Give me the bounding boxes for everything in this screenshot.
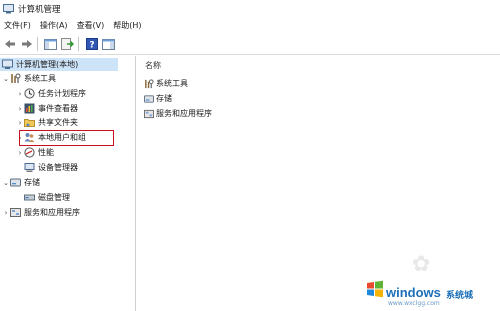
system-tools-icon	[144, 78, 154, 89]
watermark-brand: windows	[386, 285, 441, 300]
tree-item-performance[interactable]: › 性能	[16, 146, 54, 159]
tree-item-system-tools[interactable]: ⌄ 系统工具	[2, 72, 56, 85]
toolbar: ?	[0, 34, 500, 55]
storage-icon	[10, 177, 21, 188]
services-icon	[144, 109, 154, 119]
svg-text:?: ?	[89, 41, 94, 51]
menu-help[interactable]: 帮助(H)	[109, 20, 146, 31]
performance-icon	[24, 147, 35, 158]
toolbar-separator	[37, 37, 38, 51]
device-manager-icon	[24, 162, 35, 173]
show-pane-icon[interactable]	[101, 37, 116, 52]
clock-icon	[24, 88, 35, 99]
tree-item-device-manager[interactable]: 设备管理器	[24, 161, 78, 174]
chevron-down-icon[interactable]: ⌄	[2, 72, 10, 85]
list-item-system-tools[interactable]: 系统工具	[144, 77, 188, 90]
tree-label: 设备管理器	[38, 163, 78, 172]
computer-management-icon	[2, 59, 13, 70]
list-item-storage[interactable]: 存储	[144, 92, 172, 105]
title-bar: 计算机管理	[0, 0, 500, 18]
disk-management-icon	[24, 192, 35, 203]
tree-label: 共享文件夹	[38, 118, 78, 127]
export-list-icon[interactable]	[60, 37, 75, 52]
chevron-down-icon[interactable]: ⌄	[2, 176, 10, 189]
menu-bar: 文件(F) 操作(A) 查看(V) 帮助(H)	[0, 18, 500, 33]
list-item-label: 系统工具	[156, 79, 188, 88]
watermark: windows 系统城 www.wxclgg.com	[366, 272, 500, 311]
chevron-right-icon[interactable]: ›	[16, 146, 24, 159]
tree-label: 存储	[24, 178, 40, 187]
tree-label: 性能	[38, 148, 54, 157]
tree-item-computer-management[interactable]: 计算机管理(本地)	[0, 58, 118, 71]
system-tools-icon	[10, 73, 21, 84]
menu-action[interactable]: 操作(A)	[36, 20, 73, 31]
chevron-right-icon[interactable]: ›	[16, 87, 24, 100]
watermark-cn: 系统城	[446, 291, 474, 301]
help-icon[interactable]: ?	[84, 37, 99, 52]
tree-label: 任务计划程序	[38, 89, 86, 98]
event-viewer-icon	[24, 103, 35, 114]
tree-label: 磁盘管理	[38, 193, 70, 202]
window-title: 计算机管理	[18, 5, 61, 15]
list-item-label: 服务和应用程序	[156, 109, 212, 118]
tree-label: 服务和应用程序	[24, 208, 80, 217]
tree-label: 系统工具	[24, 74, 56, 83]
services-icon	[10, 207, 21, 218]
forward-arrow-icon[interactable]	[19, 37, 34, 52]
tree-item-task-scheduler[interactable]: › 任务计划程序	[16, 87, 86, 100]
watermark-url: www.wxclgg.com	[388, 300, 440, 307]
storage-icon	[144, 94, 154, 104]
tree-item-services-and-applications[interactable]: › 服务和应用程序	[2, 206, 80, 219]
chevron-right-icon[interactable]: ›	[2, 206, 10, 219]
tree-item-disk-management[interactable]: 磁盘管理	[24, 191, 70, 204]
tree-item-shared-folders[interactable]: › 共享文件夹	[16, 116, 78, 129]
red-highlight-box	[19, 130, 114, 146]
toolbar-separator	[78, 37, 79, 51]
list-item-label: 存储	[156, 94, 172, 103]
computer-management-icon	[3, 4, 14, 14]
tree-item-event-viewer[interactable]: › 事件查看器	[16, 102, 78, 115]
list-item-services-and-applications[interactable]: 服务和应用程序	[144, 107, 212, 120]
tree-item-storage[interactable]: ⌄ 存储	[2, 176, 40, 189]
windows-logo-icon	[366, 280, 384, 298]
show-hide-tree-icon[interactable]	[43, 37, 58, 52]
chevron-right-icon[interactable]: ›	[16, 102, 24, 115]
menu-file[interactable]: 文件(F)	[0, 20, 36, 31]
menu-view[interactable]: 查看(V)	[73, 20, 110, 31]
tree-label: 事件查看器	[38, 104, 78, 113]
chevron-right-icon[interactable]: ›	[16, 116, 24, 129]
tree-label: 计算机管理(本地)	[16, 60, 79, 69]
shared-folder-icon	[24, 117, 35, 128]
back-arrow-icon[interactable]	[2, 37, 17, 52]
column-header-name[interactable]: 名称	[145, 60, 161, 71]
